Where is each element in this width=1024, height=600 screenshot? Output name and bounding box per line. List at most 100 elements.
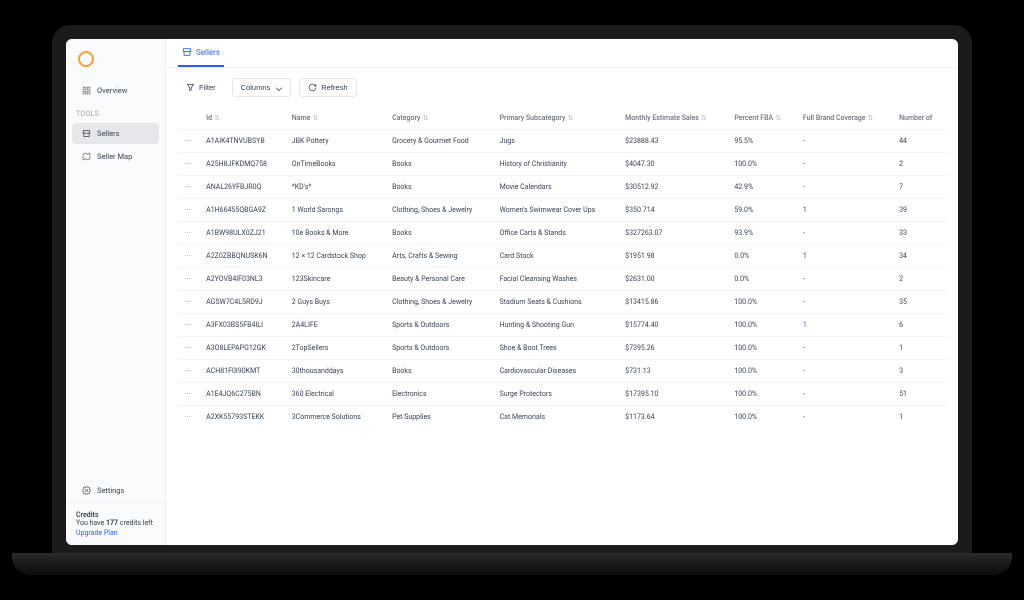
upgrade-plan-link[interactable]: Upgrade Plan xyxy=(76,529,155,537)
cell-subcategory: Office Carts & Stands xyxy=(494,222,620,245)
table-row[interactable]: ⋯A1H66455QBGA9Z1 World SarongsClothing, … xyxy=(178,199,946,222)
sort-icon: ⇅ xyxy=(214,114,220,122)
cell-sales: $15774.40 xyxy=(619,314,728,337)
col-fba[interactable]: Percent FBA⇅ xyxy=(728,107,797,130)
cell-sales: $350.714 xyxy=(619,199,728,222)
cell-category: Clothing, Shoes & Jewelry xyxy=(386,199,494,222)
cell-sales: $731.13 xyxy=(619,360,728,383)
cell-name: 360 Electrical xyxy=(286,383,386,406)
col-number[interactable]: Number of xyxy=(893,107,946,130)
cell-subcategory: Surge Protectors xyxy=(494,383,620,406)
table-row[interactable]: ⋯AGSW7C4L5RD9J2 Guys BuysClothing, Shoes… xyxy=(178,291,946,314)
cell-name: 3Commerce Solutions xyxy=(286,406,386,429)
cell-fba: 100.0% xyxy=(728,314,797,337)
row-actions[interactable]: ⋯ xyxy=(178,360,200,383)
store-icon xyxy=(82,129,91,138)
table-row[interactable]: ⋯A3FX03BS5FB4ILI2A4LIFESports & Outdoors… xyxy=(178,314,946,337)
cell-brand[interactable]: 1 xyxy=(797,314,893,337)
cell-brand: - xyxy=(797,360,893,383)
col-brand[interactable]: Full Brand Coverage⇅ xyxy=(797,107,893,130)
table-row[interactable]: ⋯ACH81F0I90KMT30thousanddaysBooksCardiov… xyxy=(178,360,946,383)
table-row[interactable]: ⋯A1AIK4TNVUBSYBJBK PotteryGrocery & Gour… xyxy=(178,130,946,153)
cell-subcategory: Shoe & Boot Trees xyxy=(494,337,620,360)
cell-category: Pet Supplies xyxy=(386,406,494,429)
nav-seller-map[interactable]: Seller Map xyxy=(72,146,159,167)
cell-id: A2Z0ZBBQNUSK6N xyxy=(200,245,286,268)
cell-subcategory: Stadium Seats & Cushions xyxy=(494,291,620,314)
table-row[interactable]: ⋯A1BW98ULX0ZJ2110e Books & MoreBooksOffi… xyxy=(178,222,946,245)
table-header-row: Id⇅ Name⇅ Category⇅ Primary Subcategory⇅… xyxy=(178,107,946,130)
cell-name: *KD's* xyxy=(286,176,386,199)
row-actions[interactable]: ⋯ xyxy=(178,291,200,314)
toolbar: Filter Columns Refresh xyxy=(166,68,958,107)
col-name[interactable]: Name⇅ xyxy=(286,107,386,130)
refresh-button[interactable]: Refresh xyxy=(299,78,356,97)
col-id[interactable]: Id⇅ xyxy=(200,107,286,130)
row-actions[interactable]: ⋯ xyxy=(178,268,200,291)
cell-id: ANAL26YFBJR0Q xyxy=(200,176,286,199)
cell-category: Books xyxy=(386,360,494,383)
grid-icon xyxy=(82,86,91,95)
cell-fba: 100.0% xyxy=(728,383,797,406)
row-actions[interactable]: ⋯ xyxy=(178,222,200,245)
nav-section-tools: TOOLS xyxy=(66,102,165,122)
cell-number: 3 xyxy=(893,360,946,383)
table-row[interactable]: ⋯A3O8LEPAPG12GK2TopSellersSports & Outdo… xyxy=(178,337,946,360)
row-actions[interactable]: ⋯ xyxy=(178,176,200,199)
columns-button[interactable]: Columns xyxy=(232,78,292,97)
cell-id: A2XK55793STEKK xyxy=(200,406,286,429)
sort-icon: ⇅ xyxy=(775,114,781,122)
gear-icon xyxy=(82,486,91,495)
cell-fba: 95.5% xyxy=(728,130,797,153)
cell-id: A1H66455QBGA9Z xyxy=(200,199,286,222)
table-row[interactable]: ⋯ANAL26YFBJR0Q*KD's*BooksMovie Calendars… xyxy=(178,176,946,199)
row-actions[interactable]: ⋯ xyxy=(178,337,200,360)
col-category[interactable]: Category⇅ xyxy=(386,107,494,130)
cell-id: A3FX03BS5FB4ILI xyxy=(200,314,286,337)
table-row[interactable]: ⋯A2Z0ZBBQNUSK6N12 × 12 Cardstock ShopArt… xyxy=(178,245,946,268)
row-actions[interactable]: ⋯ xyxy=(178,245,200,268)
cell-subcategory: Facial Cleansing Washes xyxy=(494,268,620,291)
row-actions[interactable]: ⋯ xyxy=(178,314,200,337)
row-actions[interactable]: ⋯ xyxy=(178,199,200,222)
cell-name: 2 Guys Buys xyxy=(286,291,386,314)
table-row[interactable]: ⋯A1E4JQ6C275BN360 ElectricalElectronicsS… xyxy=(178,383,946,406)
cell-name: 2A4LIFE xyxy=(286,314,386,337)
row-actions[interactable]: ⋯ xyxy=(178,153,200,176)
cell-fba: 100.0% xyxy=(728,337,797,360)
cell-sales: $23888.43 xyxy=(619,130,728,153)
col-sales[interactable]: Monthly Estimate Sales⇅ xyxy=(619,107,728,130)
cell-subcategory: Hunting & Shooting Gun xyxy=(494,314,620,337)
table-container[interactable]: Id⇅ Name⇅ Category⇅ Primary Subcategory⇅… xyxy=(166,107,958,545)
row-actions[interactable]: ⋯ xyxy=(178,383,200,406)
nav-sellers-label: Sellers xyxy=(97,129,119,138)
sort-icon: ⇅ xyxy=(867,114,873,122)
cell-name: 30thousanddays xyxy=(286,360,386,383)
table-row[interactable]: ⋯A2XK55793STEKK3Commerce SolutionsPet Su… xyxy=(178,406,946,429)
cell-category: Grocery & Gourmet Food xyxy=(386,130,494,153)
nav-settings[interactable]: Settings xyxy=(72,480,159,501)
cell-category: Electronics xyxy=(386,383,494,406)
cell-number: 35 xyxy=(893,291,946,314)
nav-seller-map-label: Seller Map xyxy=(97,152,132,161)
filter-button[interactable]: Filter xyxy=(178,78,224,97)
cell-fba: 100.0% xyxy=(728,153,797,176)
cell-sales: $17395.10 xyxy=(619,383,728,406)
col-subcategory[interactable]: Primary Subcategory⇅ xyxy=(494,107,620,130)
row-actions[interactable]: ⋯ xyxy=(178,406,200,429)
logo-icon xyxy=(78,51,94,67)
row-actions[interactable]: ⋯ xyxy=(178,130,200,153)
tab-sellers[interactable]: Sellers xyxy=(178,39,224,67)
sort-icon: ⇅ xyxy=(312,114,318,122)
nav-overview[interactable]: Overview xyxy=(72,80,159,101)
nav-sellers[interactable]: Sellers xyxy=(72,123,159,144)
cell-brand: - xyxy=(797,337,893,360)
table-row[interactable]: ⋯A25H8JFKDMQ758OnTimeBooksBooksHistory o… xyxy=(178,153,946,176)
table-row[interactable]: ⋯A2YOVB4IF03NL3123SkincareBeauty & Perso… xyxy=(178,268,946,291)
tab-bar: Sellers xyxy=(166,39,958,68)
cell-name: 1 World Sarongs xyxy=(286,199,386,222)
cell-brand: - xyxy=(797,176,893,199)
cell-brand: - xyxy=(797,268,893,291)
sort-icon: ⇅ xyxy=(701,114,707,122)
cell-sales: $1173.64 xyxy=(619,406,728,429)
